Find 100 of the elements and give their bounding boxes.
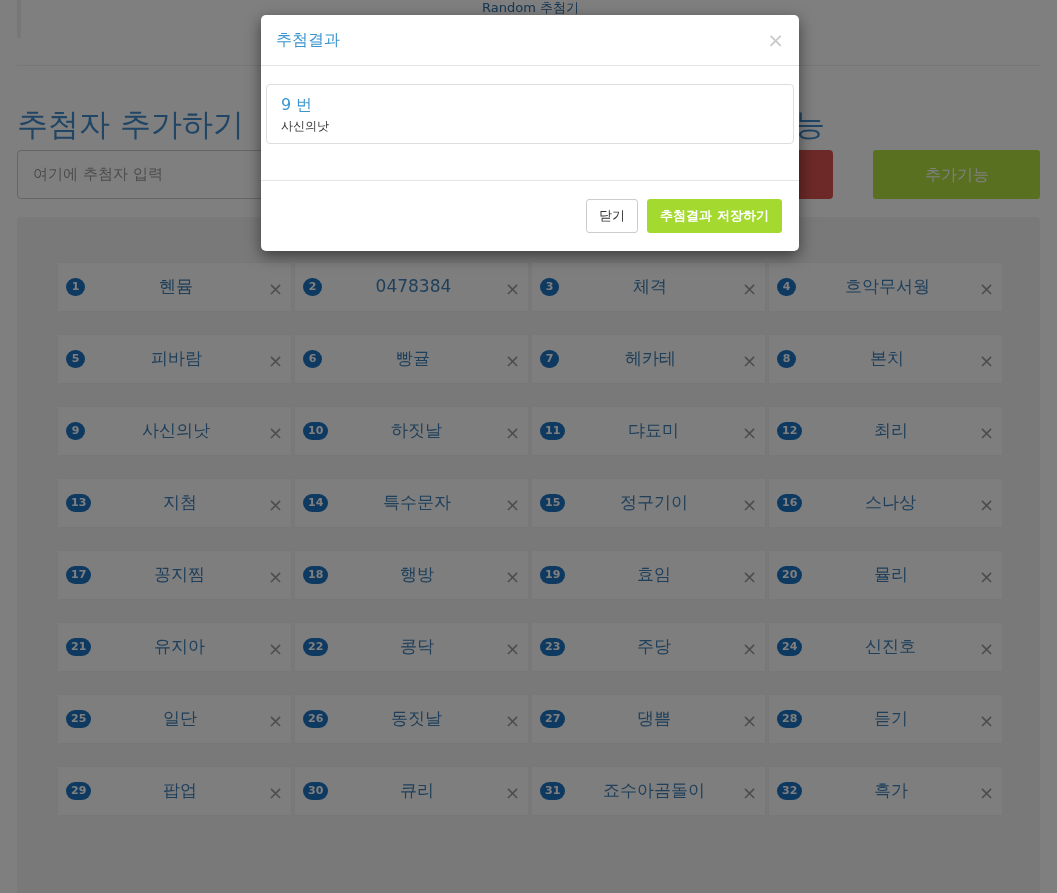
- entry-name: 하짓날: [391, 419, 443, 443]
- remove-button[interactable]: ×: [267, 712, 283, 730]
- entry-number: 8: [777, 350, 796, 368]
- dialog-title: 추첨결과: [276, 29, 340, 51]
- entry-name: 체격: [633, 275, 668, 299]
- remove-button[interactable]: ×: [741, 424, 757, 442]
- entry-number: 23: [540, 638, 566, 656]
- entry-number: 17: [66, 566, 92, 584]
- entry-name: 혠뮴: [159, 275, 194, 299]
- remove-button[interactable]: ×: [267, 640, 283, 658]
- entry-name: 댜됴미: [628, 419, 680, 443]
- entry-number: 4: [777, 278, 796, 296]
- remove-button[interactable]: ×: [267, 568, 283, 586]
- section-heading: 추첨자 추가하기: [17, 109, 244, 140]
- entry-name: 콩닥: [399, 635, 434, 659]
- remove-button[interactable]: ×: [741, 280, 757, 298]
- entry-number: 6: [303, 350, 322, 368]
- entry-name: 효임: [636, 563, 671, 587]
- remove-button[interactable]: ×: [741, 712, 757, 730]
- result-number: 9 번: [281, 94, 314, 116]
- section-heading: 능: [793, 109, 825, 140]
- entry-name: 흐악무서웡: [844, 275, 930, 299]
- remove-button[interactable]: ×: [267, 280, 283, 298]
- entry-name: 팝업: [162, 779, 197, 803]
- remove-button[interactable]: ×: [741, 496, 757, 514]
- remove-button[interactable]: ×: [504, 352, 520, 370]
- remove-button[interactable]: ×: [741, 568, 757, 586]
- remove-button[interactable]: ×: [978, 424, 994, 442]
- entry-name: 꽁지찜: [154, 563, 206, 587]
- entry-number: 11: [540, 422, 566, 440]
- entry-name: 뮬리: [873, 563, 908, 587]
- remove-button[interactable]: ×: [504, 640, 520, 658]
- entry-number: 27: [540, 710, 566, 728]
- entry-number: 7: [540, 350, 559, 368]
- remove-button[interactable]: ×: [267, 352, 283, 370]
- remove-button[interactable]: ×: [978, 496, 994, 514]
- entry-name: 피바람: [150, 347, 202, 371]
- entry-number: 31: [540, 782, 566, 800]
- save-button[interactable]: 추첨결과 저장하기: [647, 199, 782, 233]
- entry-name: 특수문자: [382, 491, 451, 515]
- entry-name: 사신의낫: [142, 419, 211, 443]
- entry-number: 30: [303, 782, 329, 800]
- remove-button[interactable]: ×: [978, 712, 994, 730]
- page-title: Random 추첨기: [482, 1, 579, 14]
- remove-button[interactable]: ×: [978, 568, 994, 586]
- entry-number: 28: [777, 710, 803, 728]
- entry-name: 신진호: [865, 635, 917, 659]
- entry-number: 12: [777, 422, 803, 440]
- entry-number: 22: [303, 638, 329, 656]
- remove-button[interactable]: ×: [978, 352, 994, 370]
- entry-number: 18: [303, 566, 329, 584]
- remove-button[interactable]: ×: [741, 640, 757, 658]
- entry-number: 15: [540, 494, 566, 512]
- remove-button[interactable]: ×: [267, 496, 283, 514]
- entry-name: 일단: [162, 707, 197, 731]
- remove-button[interactable]: ×: [978, 640, 994, 658]
- entry-name: 헤카테: [624, 347, 676, 371]
- entry-name: 듣기: [873, 707, 908, 731]
- entry-number: 3: [540, 278, 559, 296]
- entry-number: 14: [303, 494, 329, 512]
- entry-number: 21: [66, 638, 92, 656]
- entry-name: 빵귤: [396, 347, 431, 371]
- entry-name: 지첨: [162, 491, 197, 515]
- entry-name: 유지아: [154, 635, 206, 659]
- remove-button[interactable]: ×: [978, 784, 994, 802]
- entry-number: 25: [66, 710, 92, 728]
- close-dialog-button[interactable]: 닫기: [586, 199, 639, 233]
- entry-number: 2: [303, 278, 322, 296]
- extra-button[interactable]: 추가기능: [873, 150, 1040, 199]
- remove-button[interactable]: ×: [267, 424, 283, 442]
- entry-name: 스나상: [865, 491, 917, 515]
- entry-name: 0478384: [375, 275, 452, 299]
- remove-button[interactable]: ×: [504, 712, 520, 730]
- entry-number: 24: [777, 638, 803, 656]
- entry-name: 최리: [873, 419, 908, 443]
- entry-name: 죠수아곰돌이: [602, 779, 705, 803]
- result-name: 사신의낫: [281, 118, 330, 135]
- remove-button[interactable]: ×: [504, 496, 520, 514]
- entry-number: 5: [66, 350, 85, 368]
- entry-number: 26: [303, 710, 329, 728]
- remove-button[interactable]: ×: [504, 424, 520, 442]
- entry-number: 1: [66, 278, 85, 296]
- remove-button[interactable]: ×: [978, 280, 994, 298]
- entry-number: 13: [66, 494, 92, 512]
- entry-name: 주당: [636, 635, 671, 659]
- entry-number: 10: [303, 422, 329, 440]
- close-button[interactable]: ×: [767, 30, 784, 50]
- entry-name: 본치: [870, 347, 905, 371]
- entry-name: 댕쁨: [636, 707, 671, 731]
- entry-number: 32: [777, 782, 803, 800]
- entry-number: 9: [66, 422, 85, 440]
- remove-button[interactable]: ×: [741, 784, 757, 802]
- remove-button[interactable]: ×: [267, 784, 283, 802]
- entry-name: 흑가: [873, 779, 908, 803]
- entry-number: 20: [777, 566, 803, 584]
- remove-button[interactable]: ×: [741, 352, 757, 370]
- remove-button[interactable]: ×: [504, 568, 520, 586]
- remove-button[interactable]: ×: [504, 280, 520, 298]
- entry-number: 19: [540, 566, 566, 584]
- remove-button[interactable]: ×: [504, 784, 520, 802]
